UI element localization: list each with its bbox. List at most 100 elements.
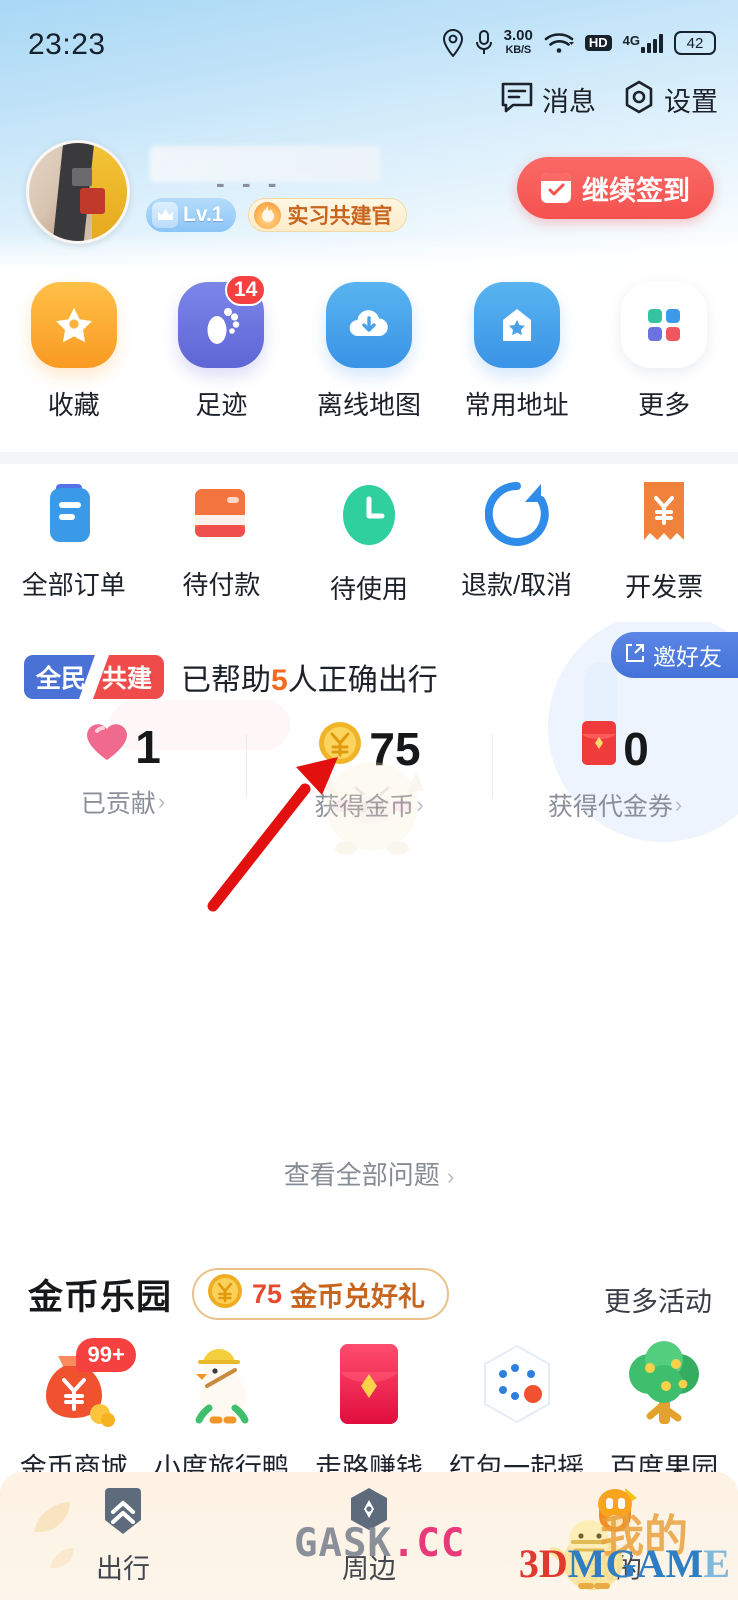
order-label: 退款/取消	[460, 570, 573, 600]
level-badge[interactable]: Lv.1	[146, 198, 237, 232]
chevron-right-icon: ›	[157, 789, 166, 814]
title-badge-label: 实习共建官	[287, 205, 393, 228]
chevron-right-icon: ›	[674, 792, 683, 817]
shortcut-addresses[interactable]: 常用地址	[443, 282, 591, 422]
coin-park-item-shake[interactable]: 红包一起摇	[443, 1336, 591, 1485]
shortcuts-row-2: 全部订单 待付款 待使用 退款/取消 开发票	[0, 478, 738, 622]
grid-icon	[621, 282, 708, 368]
leaf-decoration-icon	[48, 1546, 76, 1572]
coin-park-title: 金币乐园	[28, 1277, 173, 1317]
status-time: 23:23	[28, 28, 106, 61]
flame-icon	[254, 201, 282, 229]
crown-icon	[152, 202, 178, 228]
order-label: 开发票	[625, 572, 704, 602]
wifi-icon	[544, 30, 574, 56]
contribution-header: 全民 共建 已帮助5人正确出行	[24, 655, 438, 699]
coin-park-item-walk[interactable]: 走路赚钱	[295, 1336, 443, 1485]
microphone-icon	[475, 29, 493, 57]
stat-vouchers[interactable]: 0 获得代金券 ›	[492, 720, 738, 823]
avatar[interactable]	[26, 140, 130, 244]
chevron-right-icon: ›	[416, 792, 424, 817]
status-icons: 3.00 KB/S HD 4G 42	[442, 26, 716, 60]
stat-coins[interactable]: 75 获得金币 ›	[246, 720, 492, 823]
shortcut-label: 常用地址	[464, 390, 569, 420]
footprints-badge: 14	[225, 274, 267, 306]
order-invoice[interactable]: 开发票	[590, 478, 738, 606]
stat-label-wrap: 获得代金券 ›	[548, 787, 682, 823]
coin-park-badge: 99+	[76, 1338, 136, 1372]
coin-exchange-text: 金币兑好礼	[290, 1281, 426, 1312]
nav-tab-label: 出行	[96, 1554, 150, 1584]
red-envelope-icon	[581, 720, 617, 777]
coin-icon	[317, 720, 363, 777]
shortcut-offline-map[interactable]: 离线地图	[295, 282, 443, 422]
order-unpaid[interactable]: 待付款	[148, 478, 296, 606]
coin-park-item-duck[interactable]: 小度旅行鸭	[148, 1336, 296, 1485]
shortcut-label: 更多	[638, 390, 691, 420]
shortcut-label: 足迹	[195, 390, 248, 420]
settings-button[interactable]: 设置	[622, 80, 718, 119]
stat-value: 1	[135, 721, 161, 773]
brand-watermark: 3DMGAME	[518, 1541, 730, 1586]
title-badge[interactable]: 实习共建官	[248, 198, 408, 232]
external-link-icon	[625, 642, 645, 669]
order-label: 待付款	[182, 570, 261, 600]
contribution-stats: 1 已贡献 › 75 获得金币 › 0 获得代金券 ›	[0, 720, 738, 823]
coconstruct-badge: 全民 共建	[24, 655, 165, 699]
stat-contributed[interactable]: 1 已贡献 ›	[0, 720, 246, 823]
contribution-card: 全民 共建 已帮助5人正确出行 邀好友 1 已贡献 › 75 获得金币 › 0 …	[0, 622, 738, 1140]
network-speed: 3.00 KB/S	[503, 27, 533, 56]
battery-indicator: 42	[674, 31, 716, 55]
money-bag-icon: 99+	[26, 1336, 136, 1432]
more-activities-link[interactable]: 更多活动	[604, 1280, 712, 1319]
shortcut-label: 收藏	[47, 390, 100, 420]
hd-icon: HD	[584, 35, 612, 51]
order-unused[interactable]: 待使用	[295, 478, 443, 606]
gear-icon	[622, 80, 656, 119]
stat-label: 获得金币	[314, 793, 415, 821]
duck-icon	[173, 1336, 269, 1432]
order-refund[interactable]: 退款/取消	[443, 478, 591, 606]
invite-friends-label: 邀好友	[653, 644, 722, 670]
footprint-icon: 14	[178, 274, 267, 368]
messages-button[interactable]: 消息	[500, 80, 596, 119]
coin-park-item-mall[interactable]: 99+ 金币商城	[0, 1336, 148, 1485]
cloud-download-icon	[325, 282, 412, 368]
calendar-check-icon	[541, 173, 571, 203]
stat-value-wrap: 0	[581, 720, 649, 777]
all-questions-link[interactable]: 查看全部问题 ›	[0, 1155, 738, 1192]
signin-button[interactable]: 继续签到	[517, 157, 714, 219]
cellular-signal-icon: 4G	[623, 33, 663, 53]
coin-park-item-orchard[interactable]: 百度果园	[590, 1336, 738, 1485]
stat-value-wrap: 1	[85, 720, 161, 774]
shortcut-more[interactable]: 更多	[590, 282, 738, 422]
shortcut-label: 离线地图	[316, 390, 421, 420]
status-bar: 23:23 3.00 KB/S HD 4G 42	[0, 0, 738, 76]
stat-label: 已贡献	[80, 790, 156, 818]
site-watermark: GASK.CC	[294, 1521, 466, 1566]
tree-icon	[616, 1336, 712, 1432]
messages-label: 消息	[542, 87, 596, 117]
leaf-decoration-icon	[30, 1498, 74, 1538]
stat-value: 0	[623, 722, 649, 775]
invite-friends-button[interactable]: 邀好友	[611, 632, 738, 678]
shortcut-footprints[interactable]: 14 足迹	[148, 274, 296, 422]
coin-park-grid: 99+ 金币商城 小度旅行鸭 走路赚钱 红包一起摇 百度果园	[0, 1336, 738, 1485]
profile-badges: Lv.1 实习共建官	[146, 198, 408, 232]
dice-icon	[469, 1336, 565, 1432]
receipt-yuan-icon	[634, 478, 694, 550]
app-screen: 23:23 3.00 KB/S HD 4G 42 消息 设置 - - - Lv.…	[0, 0, 738, 1600]
card-icon	[185, 478, 257, 548]
coin-exchange-amount: 75	[252, 1278, 283, 1309]
clipboard-icon	[42, 478, 106, 548]
shortcuts-row-1: 收藏 14 足迹 离线地图 常用地址 更多	[0, 274, 738, 450]
refresh-icon	[483, 478, 551, 548]
shortcut-favorites[interactable]: 收藏	[0, 282, 148, 422]
profile-section: - - - Lv.1 实习共建官 继续签到	[0, 140, 738, 250]
stat-label: 获得代金券	[547, 793, 673, 821]
order-all[interactable]: 全部订单	[0, 478, 148, 606]
stat-label-wrap: 已贡献 ›	[81, 784, 165, 820]
stat-label-wrap: 获得金币 ›	[314, 787, 423, 823]
signin-label: 继续签到	[582, 175, 690, 206]
coin-exchange-pill[interactable]: 75 金币兑好礼	[192, 1268, 450, 1320]
